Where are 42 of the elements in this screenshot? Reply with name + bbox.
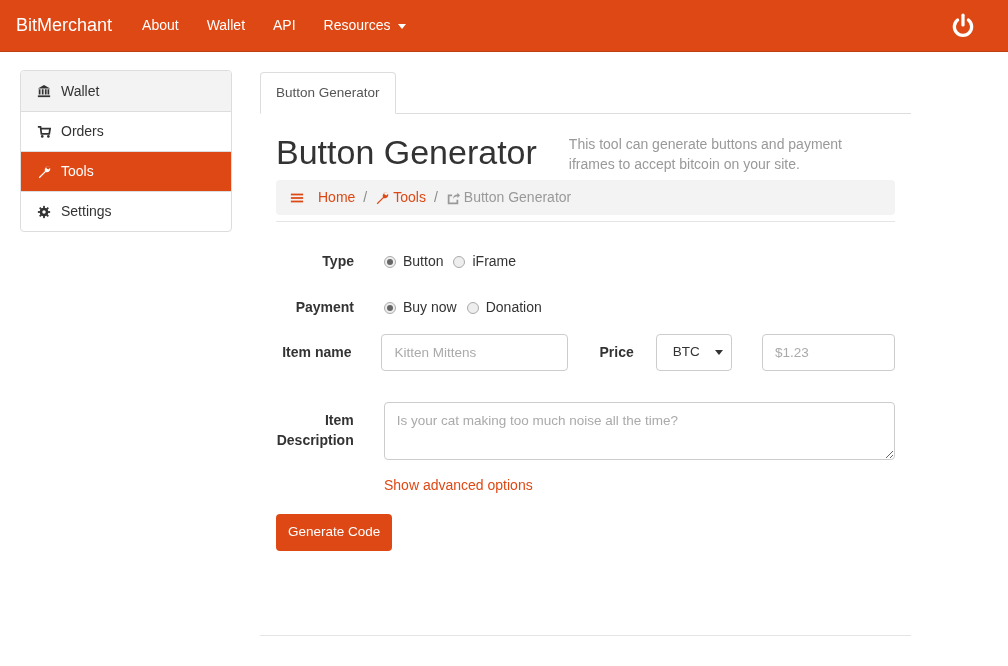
brand-logo[interactable]: BitMerchant xyxy=(16,12,113,39)
generate-code-button[interactable]: Generate Code xyxy=(276,514,393,551)
radio-option[interactable]: Donation xyxy=(466,297,542,318)
advanced-options-link[interactable]: Show advanced options xyxy=(384,477,533,493)
bank-icon xyxy=(37,84,51,98)
sidebar-item[interactable]: Settings xyxy=(21,191,231,231)
price-field[interactable]: $1.23 xyxy=(762,334,895,371)
nav-link[interactable]: API xyxy=(273,15,296,36)
page-title: Button Generator xyxy=(276,134,537,172)
sidebar-item[interactable]: Wallet xyxy=(21,71,231,111)
field-label: Type xyxy=(321,252,354,271)
radio-option[interactable]: Buy now xyxy=(384,297,457,318)
field-label: Payment xyxy=(294,298,354,317)
sidebar-item[interactable]: Tools xyxy=(21,151,231,191)
nav-link[interactable]: Wallet xyxy=(206,15,246,36)
caret-icon xyxy=(398,23,407,29)
tab[interactable]: Button Generator xyxy=(260,72,396,114)
radio-option[interactable]: iFrame xyxy=(453,251,517,272)
cart-icon xyxy=(37,124,51,139)
breadcrumb-separator: / xyxy=(363,188,368,207)
radio-button[interactable] xyxy=(466,301,479,314)
caret-icon xyxy=(715,350,723,355)
breadcrumb-link[interactable]: Home xyxy=(290,187,356,208)
currency-select[interactable]: BTC xyxy=(655,334,732,371)
gear-icon xyxy=(37,204,51,219)
page-description: This tool can generate buttons and payment iframes to accept bitcoin on your site. xyxy=(568,135,843,174)
field-label: Item Description xyxy=(276,411,354,450)
share-icon xyxy=(445,190,460,205)
radio-button[interactable] xyxy=(384,301,396,314)
radio-button[interactable] xyxy=(384,255,396,268)
breadcrumb-current: Button Generator xyxy=(445,187,572,208)
field-label: Item name xyxy=(281,343,352,362)
field-label: Price xyxy=(599,343,634,362)
breadcrumb-link[interactable]: Tools xyxy=(375,187,426,208)
description-field[interactable]: Is your cat making too much noise all the time? xyxy=(383,402,895,460)
item-name-field[interactable]: Kitten Mittens xyxy=(381,334,569,371)
nav-link[interactable]: About xyxy=(142,15,179,36)
power-icon[interactable] xyxy=(950,12,976,39)
breadcrumb-separator: / xyxy=(433,188,438,207)
radio-option[interactable]: Button xyxy=(384,251,444,272)
radio-button[interactable] xyxy=(453,255,466,268)
nav-link[interactable]: Resources xyxy=(323,15,407,36)
